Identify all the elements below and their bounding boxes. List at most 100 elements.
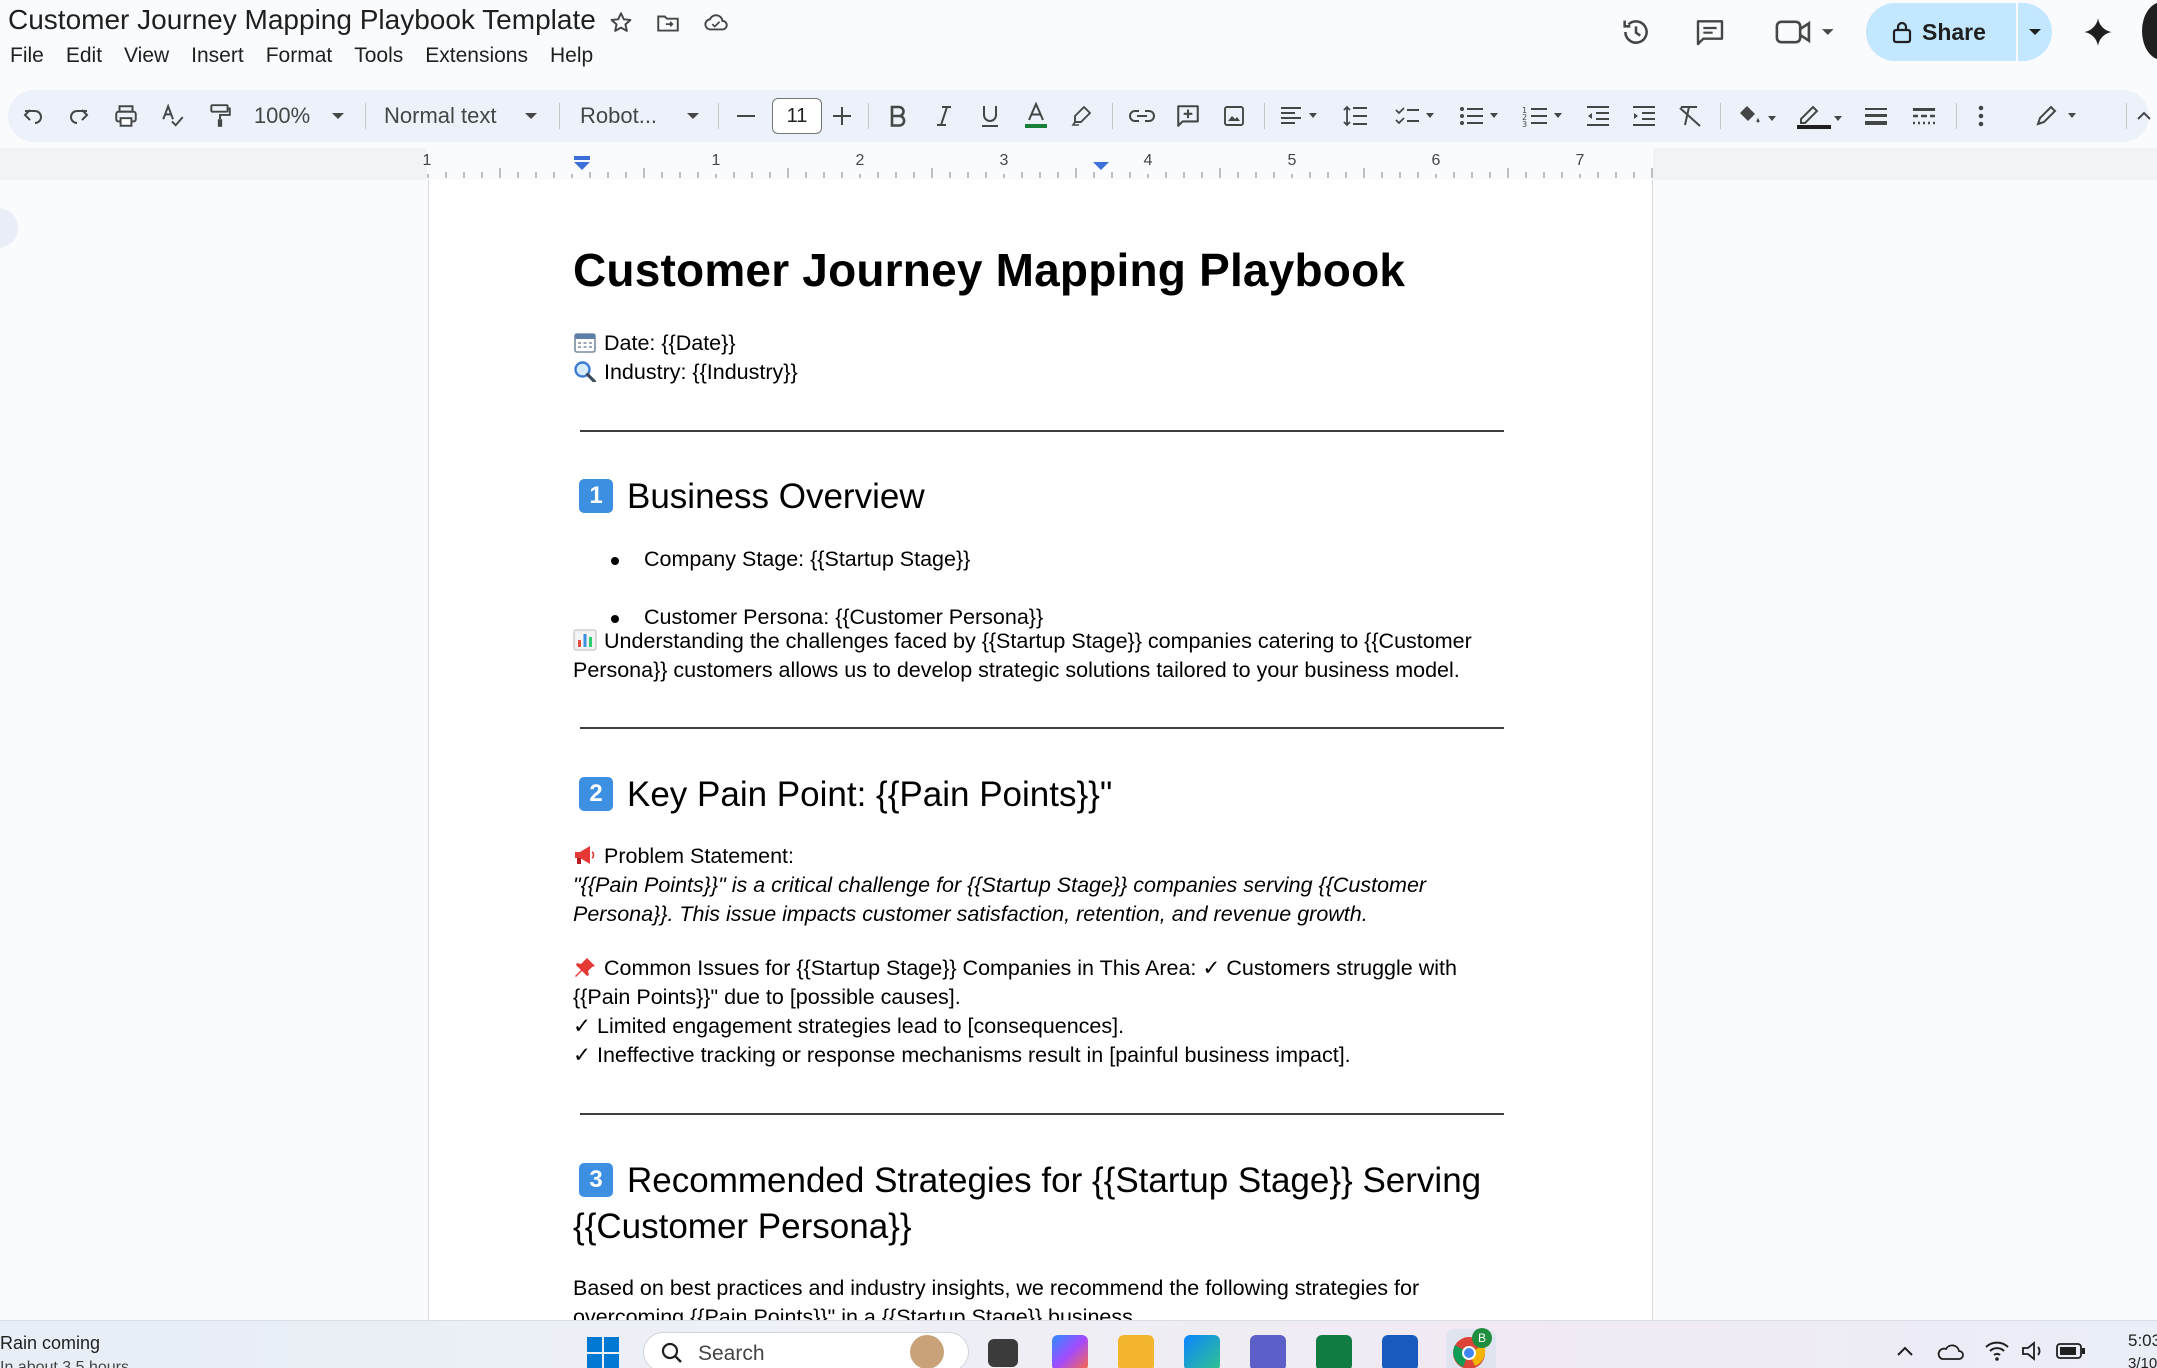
word-icon[interactable] [1382, 1335, 1418, 1368]
volume-icon[interactable] [2020, 1339, 2046, 1363]
line-spacing-icon[interactable] [1336, 90, 1376, 142]
share-button[interactable]: Share [1866, 3, 2052, 61]
menu-view[interactable]: View [124, 42, 181, 70]
copilot-icon[interactable] [1052, 1335, 1088, 1368]
underline-icon[interactable] [970, 90, 1010, 142]
paragraph-style-select[interactable]: Normal text [384, 90, 524, 142]
zoom-dropdown-icon[interactable] [326, 90, 350, 142]
menu-edit[interactable]: Edit [66, 42, 114, 70]
problem-statement-line1[interactable]: "{{Pain Points}}" is a critical challeng… [573, 871, 1513, 900]
section-3-heading[interactable]: 3 Recommended Strategies for {{Startup St… [573, 1158, 1513, 1204]
border-color-icon[interactable] [1790, 90, 1850, 142]
common-issues-text1: Common Issues for {{Startup Stage}} Comp… [604, 956, 1457, 980]
wifi-icon[interactable] [1984, 1339, 2010, 1363]
fill-color-icon[interactable] [1730, 90, 1786, 142]
share-dropdown-icon[interactable] [2018, 27, 2052, 37]
section-3-paragraph-line1[interactable]: Based on best practices and industry ins… [573, 1274, 1513, 1303]
horizontal-ruler[interactable]: 1 1 2 3 4 5 6 7 [0, 148, 2157, 180]
increase-indent-icon[interactable] [1624, 90, 1664, 142]
ruler-number: 3 [999, 152, 1009, 169]
file-explorer-icon[interactable] [1118, 1335, 1154, 1368]
menu-format[interactable]: Format [266, 42, 345, 70]
undo-icon[interactable] [14, 90, 52, 142]
italic-icon[interactable] [924, 90, 964, 142]
numbered-list-icon[interactable]: 123 [1516, 90, 1572, 142]
style-dropdown-icon[interactable] [519, 90, 543, 142]
paint-format-icon[interactable] [200, 90, 240, 142]
common-issues-line4[interactable]: ✓ Ineffective tracking or response mecha… [573, 1041, 1513, 1070]
section-3-paragraph-line2[interactable]: overcoming {{Pain Points}}" in a {{Start… [573, 1303, 1513, 1320]
weather-title[interactable]: Rain coming [0, 1333, 100, 1354]
right-indent-marker[interactable] [1091, 156, 1111, 176]
bold-icon[interactable] [878, 90, 918, 142]
highlight-color-icon[interactable] [1062, 90, 1102, 142]
section-3-title-line2[interactable]: {{Customer Persona}} [573, 1204, 1513, 1250]
decrease-font-size-icon[interactable] [728, 90, 764, 142]
bulleted-list-icon[interactable] [1452, 90, 1508, 142]
clock-time[interactable]: 5:03 [2128, 1331, 2157, 1351]
insert-image-icon[interactable] [1214, 90, 1254, 142]
menu-extensions[interactable]: Extensions [425, 42, 540, 70]
teams-icon[interactable] [1250, 1335, 1286, 1368]
border-width-icon[interactable] [1856, 90, 1896, 142]
taskbar-search[interactable]: Search [643, 1332, 969, 1368]
spellcheck-icon[interactable] [153, 90, 193, 142]
add-comment-icon[interactable] [1168, 90, 1208, 142]
keycap-number-badge: 1 [579, 478, 613, 513]
task-view-icon[interactable] [988, 1339, 1018, 1367]
problem-statement-line2[interactable]: Persona}}. This issue impacts customer s… [573, 900, 1513, 929]
cloud-saved-icon[interactable] [699, 6, 733, 40]
menu-insert[interactable]: Insert [191, 42, 256, 70]
more-options-icon[interactable] [1966, 90, 1996, 142]
section-1-paragraph-cont[interactable]: Persona}} customers allows us to develop… [573, 656, 1513, 685]
account-avatar[interactable] [2142, 2, 2157, 60]
section-1-paragraph[interactable]: Understanding the challenges faced by {{… [573, 627, 1513, 656]
date-line[interactable]: Date: {{Date}} [573, 329, 1513, 358]
section-2-heading[interactable]: 2 Key Pain Point: {{Pain Points}}" [573, 772, 1513, 818]
onedrive-icon[interactable] [1936, 1341, 1964, 1361]
excel-icon[interactable] [1316, 1335, 1352, 1368]
meet-button[interactable] [1770, 8, 1842, 56]
redo-icon[interactable] [60, 90, 98, 142]
comments-icon[interactable] [1686, 8, 1734, 56]
doc-heading-title[interactable]: Customer Journey Mapping Playbook [573, 243, 1513, 297]
common-issues-line3[interactable]: ✓ Limited engagement strategies lead to … [573, 1012, 1513, 1041]
decrease-indent-icon[interactable] [1578, 90, 1618, 142]
move-folder-icon[interactable] [651, 6, 685, 40]
left-indent-marker[interactable] [572, 156, 592, 176]
font-family-select[interactable]: Robot... [580, 90, 680, 142]
version-history-icon[interactable] [1612, 8, 1660, 56]
industry-line[interactable]: Industry: {{Industry}} [573, 358, 1513, 387]
text-color-icon[interactable] [1016, 90, 1056, 142]
menu-help[interactable]: Help [550, 42, 605, 70]
align-icon[interactable] [1274, 90, 1326, 142]
list-item[interactable]: Company Stage: {{Startup Stage}} [573, 545, 1513, 574]
common-issues-line2[interactable]: {{Pain Points}}" due to [possible causes… [573, 983, 1513, 1012]
menu-file[interactable]: File [10, 42, 56, 70]
battery-icon[interactable] [2056, 1341, 2086, 1361]
zoom-value[interactable]: 100% [252, 90, 312, 142]
gemini-icon[interactable] [2074, 8, 2122, 56]
font-dropdown-icon[interactable] [681, 90, 705, 142]
editing-mode-icon[interactable] [2028, 90, 2094, 142]
document-title[interactable]: Customer Journey Mapping Playbook Templa… [8, 4, 596, 36]
font-size-input[interactable]: 11 [772, 98, 822, 134]
share-main[interactable]: Share [1866, 3, 2016, 61]
border-dash-icon[interactable] [1904, 90, 1944, 142]
star-icon[interactable] [604, 6, 638, 40]
section-1-heading[interactable]: 1 Business Overview [573, 474, 1513, 520]
problem-statement-label[interactable]: Problem Statement: [573, 842, 1513, 871]
clear-formatting-icon[interactable] [1670, 90, 1710, 142]
print-icon[interactable] [106, 90, 146, 142]
menu-tools[interactable]: Tools [354, 42, 415, 70]
insert-link-icon[interactable] [1122, 90, 1162, 142]
increase-font-size-icon[interactable] [824, 90, 860, 142]
common-issues-line1[interactable]: Common Issues for {{Startup Stage}} Comp… [573, 954, 1513, 983]
document-outline-toggle[interactable] [0, 208, 18, 248]
windows-start-icon[interactable] [585, 1335, 621, 1368]
chevron-up-icon[interactable] [1896, 1345, 1914, 1357]
collapse-toolbar-icon[interactable] [2134, 90, 2154, 142]
toolbar-divider [559, 103, 560, 129]
edge-icon[interactable] [1184, 1335, 1220, 1368]
checklist-icon[interactable] [1388, 90, 1444, 142]
